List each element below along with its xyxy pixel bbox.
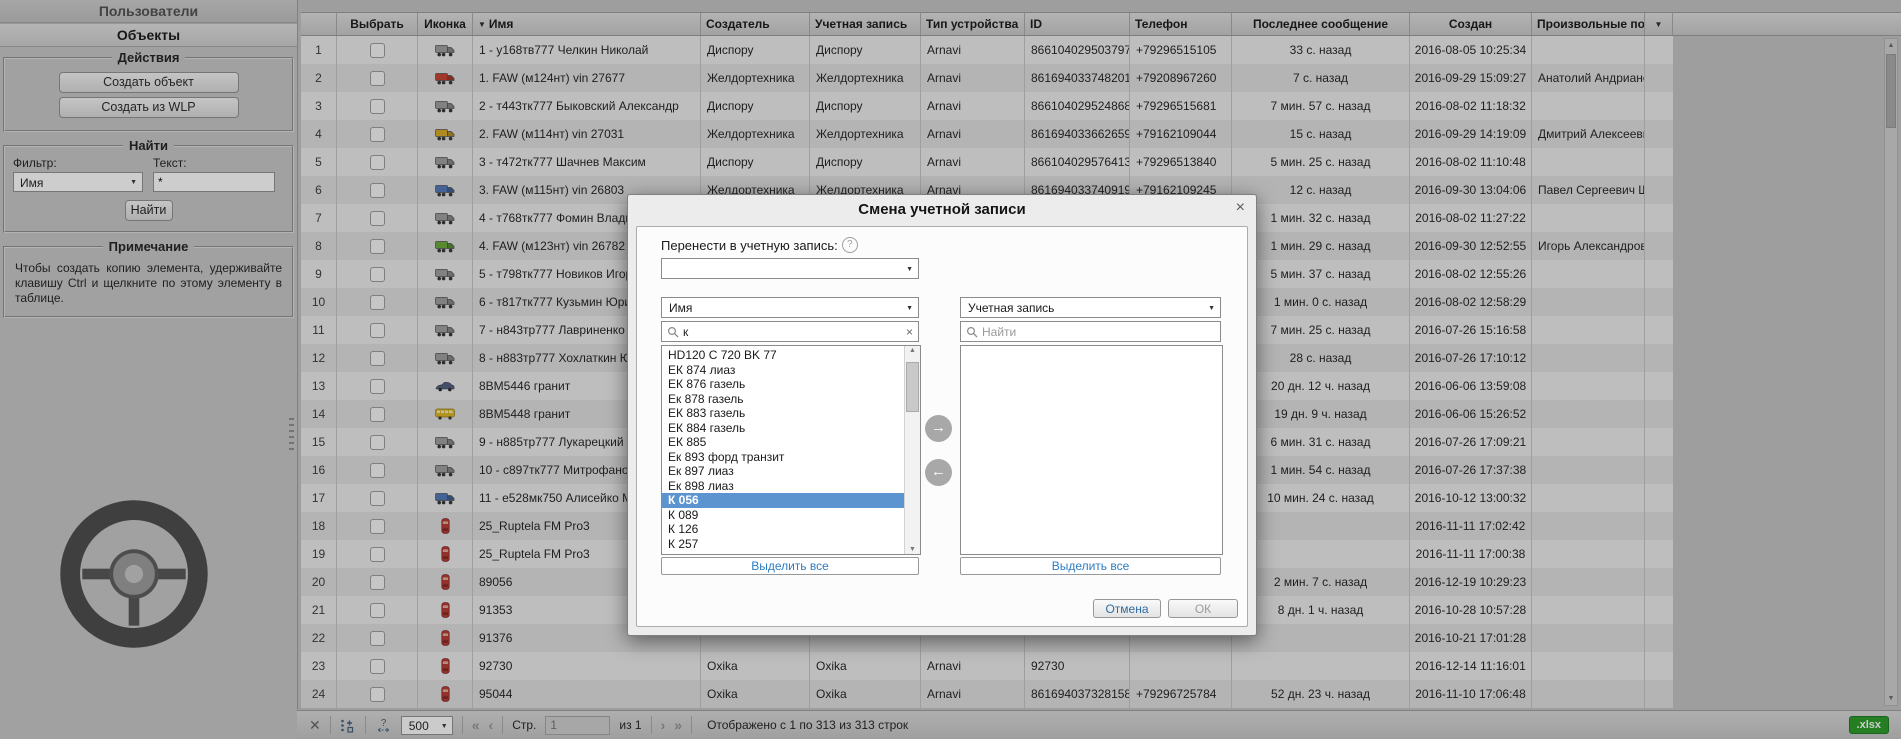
units-list: HD120 C 720 BK 77ЕК 874 лиазЕК 876 газел…	[662, 348, 904, 554]
dialog-body: Перенести в учетную запись: ? ▼ Имя ▼ к …	[636, 226, 1248, 627]
list-item[interactable]: ЕК 884 газель	[662, 421, 904, 436]
chevron-down-icon: ▼	[1208, 298, 1215, 318]
list-item[interactable]: HD120 C 720 BK 77	[662, 348, 904, 363]
transfer-label: Перенести в учетную запись:	[661, 238, 838, 253]
left-search-input[interactable]: к ×	[661, 321, 919, 342]
search-icon	[667, 326, 679, 338]
list-item[interactable]: К 056	[662, 493, 904, 508]
scrollbar-thumb[interactable]	[906, 362, 919, 412]
list-item[interactable]: Ек 898 лиаз	[662, 479, 904, 494]
ok-button[interactable]: ОК	[1168, 599, 1238, 618]
list-item[interactable]: К 089	[662, 508, 904, 523]
left-field-select[interactable]: Имя ▼	[661, 297, 919, 318]
list-item[interactable]: Ек 893 форд транзит	[662, 450, 904, 465]
right-search-input[interactable]: Найти	[960, 321, 1221, 342]
transfer-account-select[interactable]: ▼	[661, 258, 919, 279]
list-item[interactable]: ЕК 876 газель	[662, 377, 904, 392]
chevron-down-icon: ▼	[906, 298, 913, 318]
list-item[interactable]: К 126	[662, 522, 904, 537]
cancel-button[interactable]: Отмена	[1093, 599, 1161, 618]
chevron-down-icon: ▼	[906, 259, 913, 279]
move-left-button[interactable]: ←	[925, 459, 952, 486]
change-account-dialog: Смена учетной записи × Перенести в учетн…	[627, 194, 1257, 636]
move-right-button[interactable]: →	[925, 415, 952, 442]
search-clear-icon[interactable]: ×	[906, 325, 913, 339]
units-listbox: HD120 C 720 BK 77ЕК 874 лиазЕК 876 газел…	[661, 345, 921, 555]
search-icon	[966, 326, 978, 338]
left-select-all-button[interactable]: Выделить все	[661, 557, 919, 575]
listbox-scrollbar[interactable]: ▲ ▼	[904, 346, 920, 554]
right-field-select[interactable]: Учетная запись ▼	[960, 297, 1221, 318]
right-search-placeholder: Найти	[982, 325, 1215, 339]
help-icon[interactable]: ?	[842, 237, 858, 253]
scroll-down-icon[interactable]: ▼	[905, 546, 920, 553]
close-icon[interactable]: ×	[1236, 200, 1245, 216]
scroll-up-icon[interactable]: ▲	[905, 347, 920, 354]
right-field-value: Учетная запись	[968, 301, 1054, 315]
dialog-title: Смена учетной записи	[628, 195, 1256, 225]
left-search-value: к	[683, 325, 902, 339]
list-item[interactable]: Ек 878 газель	[662, 392, 904, 407]
left-field-value: Имя	[669, 301, 692, 315]
list-item[interactable]: Ек 897 лиаз	[662, 464, 904, 479]
list-item[interactable]: ЕК 883 газель	[662, 406, 904, 421]
list-item[interactable]: ЕК 885	[662, 435, 904, 450]
right-select-all-button[interactable]: Выделить все	[960, 557, 1221, 575]
list-item[interactable]: К 257	[662, 537, 904, 552]
selected-units-listbox	[960, 345, 1223, 555]
list-item[interactable]: ЕК 874 лиаз	[662, 363, 904, 378]
